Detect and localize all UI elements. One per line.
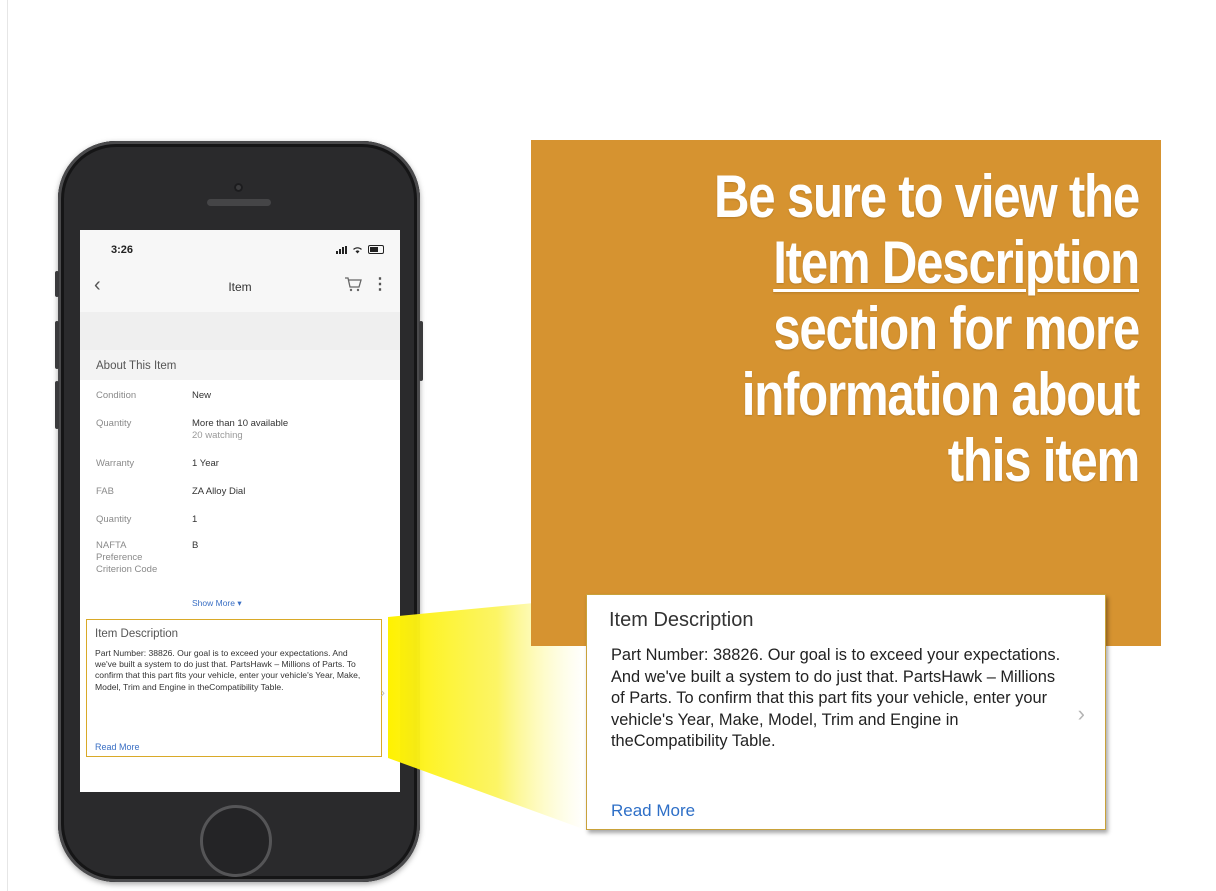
spec-value: B [192, 540, 199, 551]
zoomed-description-title: Item Description [609, 609, 754, 631]
cart-icon[interactable] [344, 276, 362, 292]
headline-banner: Be sure to view the Item Description sec… [531, 140, 1161, 646]
volume-down-button [55, 381, 59, 429]
section-spacer [80, 312, 400, 350]
mute-switch [55, 271, 59, 297]
item-description-title: Item Description [95, 628, 179, 640]
zoomed-item-description-card[interactable]: Item Description Part Number: 38826. Our… [586, 594, 1106, 830]
battery-icon [368, 245, 384, 254]
spec-label: Quantity [96, 514, 132, 525]
home-button [200, 805, 272, 877]
show-more-link[interactable]: Show More ▾ [192, 598, 242, 609]
zoomed-description-body: Part Number: 38826. Our goal is to excee… [611, 646, 1061, 750]
headline-line-underlined: Item Description [773, 229, 1140, 296]
status-icons [336, 245, 384, 254]
headline-line: section for more [773, 295, 1140, 362]
earpiece-speaker [207, 199, 271, 206]
spec-label: NAFTA Preference Criterion Code [96, 540, 158, 575]
status-bar: 3:26 [80, 230, 400, 260]
zoomed-read-more-link[interactable]: Read More [611, 801, 695, 821]
item-description-body: Part Number: 38826. Our goal is to excee… [95, 648, 361, 692]
headline-text: Be sure to view the Item Description sec… [663, 163, 1140, 494]
page-edge [0, 0, 8, 891]
power-button [419, 321, 423, 381]
nav-bar: ‹ Item ⋮ [80, 260, 400, 313]
item-description-section[interactable]: Item Description Part Number: 38826. Our… [86, 619, 385, 757]
phone-mockup: 3:26 ‹ Item ⋮ About This Item Condition … [55, 141, 423, 882]
headline-line: information about [741, 361, 1140, 428]
spec-label: Quantity [96, 418, 132, 429]
spec-label: Warranty [96, 458, 135, 469]
more-options-icon[interactable]: ⋮ [372, 274, 388, 294]
about-item-title: About This Item [96, 360, 177, 372]
signal-icon [336, 246, 347, 254]
status-time: 3:26 [111, 244, 134, 256]
spec-value: 1 Year [192, 458, 219, 469]
headline-line: Be sure to view the [713, 163, 1140, 230]
spec-value-sub: 20 watching [192, 430, 243, 441]
about-item-header: About This Item [80, 350, 400, 380]
front-camera [234, 183, 243, 192]
chevron-right-icon: › [380, 684, 385, 700]
spec-value: More than 10 available 20 watching [192, 418, 288, 442]
wifi-icon [353, 247, 362, 254]
spec-value: ZA Alloy Dial [192, 486, 246, 497]
chevron-right-icon: › [1077, 701, 1085, 726]
spec-value: 1 [192, 514, 198, 525]
spec-value: New [192, 390, 212, 401]
read-more-link[interactable]: Read More [95, 742, 140, 752]
spec-label: Condition [96, 390, 137, 401]
headline-line: this item [947, 427, 1140, 494]
volume-up-button [55, 321, 59, 369]
spec-label: FAB [96, 486, 114, 497]
phone-screen: 3:26 ‹ Item ⋮ About This Item Condition … [80, 230, 400, 792]
spec-value-main: More than 10 available [192, 418, 289, 429]
